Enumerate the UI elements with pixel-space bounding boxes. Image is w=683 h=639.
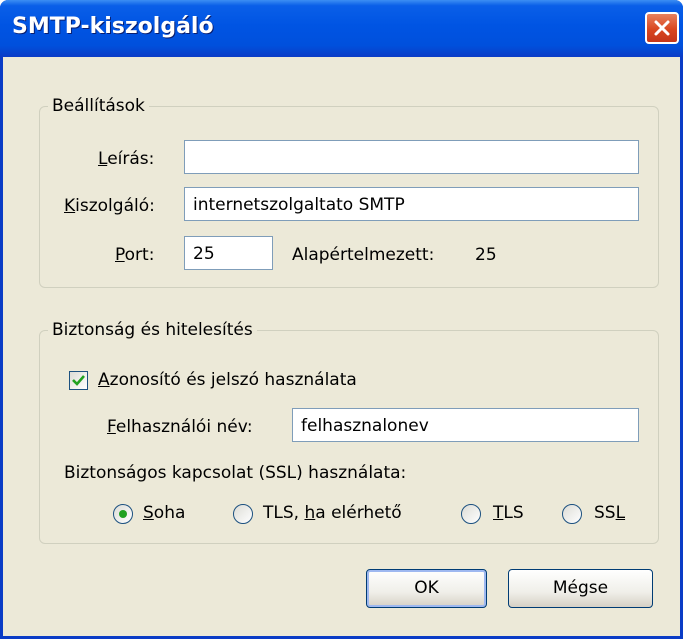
server-input[interactable]: internetszolgaltato SMTP (184, 187, 639, 221)
ssl-label: Biztonságos kapcsolat (SSL) használata: (64, 463, 407, 483)
port-default-label: Alapértelmezett: (292, 245, 435, 265)
radio-tls[interactable] (461, 504, 481, 524)
username-label: Felhasználói név: (107, 417, 253, 437)
use-auth-checkbox[interactable] (69, 371, 88, 390)
port-default-value: 25 (475, 245, 497, 265)
radio-never-label[interactable]: Soha (143, 503, 185, 523)
check-icon (72, 375, 85, 386)
security-legend: Biztonság és hitelesítés (52, 320, 253, 340)
cancel-button[interactable]: Mégse (508, 569, 653, 608)
port-input[interactable]: 25 (184, 236, 273, 270)
port-label: Port: (115, 245, 155, 265)
close-icon (654, 20, 670, 36)
radio-ssl[interactable] (562, 504, 582, 524)
settings-legend: Beállítások (52, 96, 145, 116)
radio-tls-if-available-label[interactable]: TLS, ha elérhető (263, 503, 402, 523)
use-auth-label[interactable]: Azonosító és jelszó használata (98, 370, 357, 390)
server-label: Kiszolgáló: (64, 196, 155, 216)
dialog-window: SMTP-kiszolgáló Beállítások Leírás: Kisz… (0, 0, 683, 639)
radio-tls-label[interactable]: TLS (493, 503, 524, 523)
title-bar[interactable]: SMTP-kiszolgáló (0, 0, 683, 57)
description-label: Leírás: (98, 149, 155, 169)
window-title: SMTP-kiszolgáló (12, 14, 214, 39)
radio-never[interactable] (113, 504, 133, 524)
radio-dot-icon (119, 510, 127, 518)
close-button[interactable] (645, 12, 679, 44)
radio-tls-if-available[interactable] (233, 504, 253, 524)
ok-button[interactable]: OK (366, 569, 487, 608)
username-input[interactable]: felhasznalonev (292, 408, 639, 442)
radio-ssl-label[interactable]: SSL (594, 503, 625, 523)
description-input[interactable] (184, 140, 639, 174)
